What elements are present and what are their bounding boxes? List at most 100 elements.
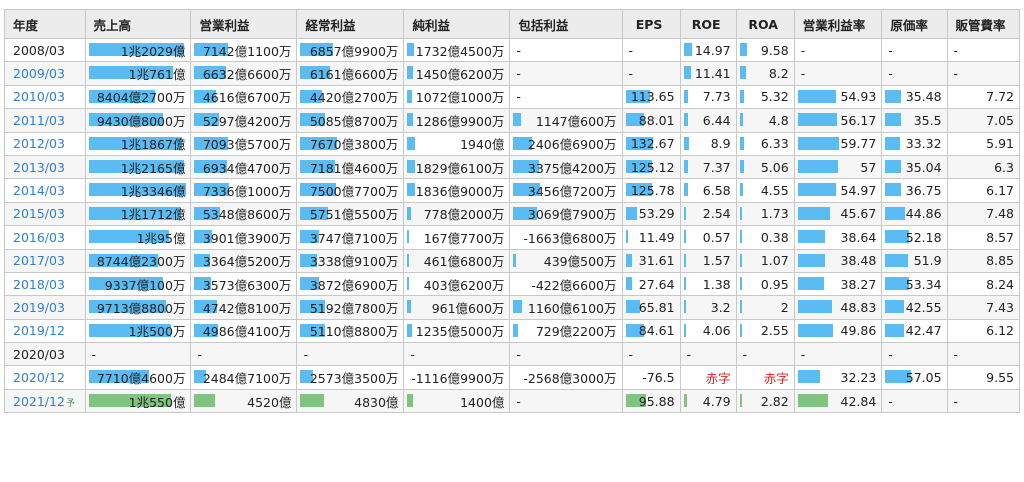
cell-value: 4986億4100万	[202, 324, 292, 340]
year-label[interactable]: 2013/03	[13, 160, 65, 175]
cost-ratio-cell: 57.05	[881, 365, 948, 390]
value-bar	[407, 206, 412, 220]
year-cell[interactable]: 2016/03	[4, 225, 86, 250]
operating-margin-cell: -	[793, 37, 883, 63]
year-cell[interactable]: 2009/03	[4, 61, 86, 86]
cell-value: 3069億7900万	[527, 207, 617, 223]
cost-ratio-cell: 42.47	[881, 318, 948, 344]
year-cell[interactable]: 2019/12	[4, 318, 86, 344]
cell-value: 4830億	[354, 394, 399, 410]
value-bar	[885, 183, 902, 197]
cell-value: 0.95	[760, 276, 789, 292]
cell-value: 赤字	[763, 371, 789, 387]
cell-value: 31.61	[638, 253, 675, 269]
ordinary-profit-cell: -	[296, 342, 405, 367]
cell-value: -	[516, 66, 521, 82]
year-label[interactable]: 2019/12	[13, 323, 65, 338]
ordinary-profit-cell: 6857億9900万	[296, 37, 405, 63]
year-cell[interactable]: 2010/03	[4, 84, 86, 110]
eps-cell: -76.5	[621, 365, 681, 390]
year-cell[interactable]: 2015/03	[4, 201, 86, 227]
year-label[interactable]: 2009/03	[13, 66, 65, 81]
year-label: 2020/03	[13, 346, 65, 362]
sales-cell: 1兆2029億	[84, 37, 192, 63]
year-cell[interactable]: 2021/12予	[4, 388, 86, 414]
net-profit-cell: 778億2000万	[403, 201, 511, 227]
year-cell[interactable]: 2013/03	[4, 154, 86, 180]
cell-value: 6.44	[702, 112, 731, 128]
operating-margin-cell: 56.17	[793, 108, 883, 133]
eps-cell: 113.65	[621, 84, 681, 110]
value-bar	[683, 159, 688, 173]
year-cell[interactable]: 2012/03	[4, 131, 86, 156]
table-row: 2012/03 1兆1867億 7093億5700万 7670億3800万 1940億 2…	[4, 131, 1021, 156]
cell-value: 45.67	[840, 206, 877, 222]
year-label[interactable]: 2010/03	[13, 89, 65, 104]
net-profit-cell: 1732億4500万	[403, 37, 511, 63]
value-bar	[885, 323, 905, 337]
year-label[interactable]: 2019/03	[13, 300, 65, 315]
sales-cell: 9337億100万	[84, 271, 192, 297]
cell-value: 38.64	[840, 229, 877, 245]
roe-cell: 3.2	[679, 295, 737, 320]
ordinary-profit-cell: 5085億8700万	[296, 108, 405, 133]
value-bar	[625, 230, 628, 244]
roa-cell: -	[735, 342, 795, 367]
cell-value: 6.58	[702, 183, 731, 199]
cell-value: 8.57	[986, 229, 1014, 245]
ordinary-profit-cell: 5751億5500万	[296, 201, 405, 227]
cell-value: 6934億4700万	[202, 160, 292, 176]
cell-value: 95.88	[638, 393, 675, 409]
eps-cell: 95.88	[621, 388, 681, 414]
year-label[interactable]: 2018/03	[13, 277, 65, 292]
cost-ratio-cell: -	[881, 342, 948, 367]
header-year: 年度	[4, 9, 86, 39]
eps-cell: 84.61	[621, 318, 681, 344]
year-cell[interactable]: 2018/03	[4, 271, 86, 297]
cell-value: 1235億5000万	[415, 324, 505, 340]
operating-margin-cell: 48.83	[793, 295, 883, 320]
cell-value: 1732億4500万	[415, 43, 505, 59]
value-bar	[797, 370, 820, 384]
year-cell[interactable]: 2019/03	[4, 295, 86, 320]
year-label[interactable]: 2011/03	[13, 113, 65, 128]
value-bar	[739, 113, 743, 127]
comprehensive-income-cell: 3456億7200万	[509, 178, 623, 203]
net-profit-cell: -	[403, 342, 511, 367]
net-profit-cell: 1235億5000万	[403, 318, 511, 344]
year-label[interactable]: 2021/12	[13, 394, 65, 409]
value-bar	[513, 113, 522, 127]
cell-value: 3.2	[710, 299, 731, 315]
roa-cell: 2.55	[735, 318, 795, 344]
cell-value: 4520億	[247, 394, 292, 410]
year-cell[interactable]: 2020/12	[4, 365, 86, 390]
year-cell[interactable]: 2014/03	[4, 178, 86, 203]
year-cell[interactable]: 2011/03	[4, 108, 86, 133]
year-label[interactable]: 2012/03	[13, 136, 65, 151]
operating-profit-cell: 5297億4200万	[190, 108, 298, 133]
roe-cell: 6.44	[679, 108, 737, 133]
year-label[interactable]: 2016/03	[13, 230, 65, 245]
year-cell[interactable]: 2017/03	[4, 248, 86, 273]
year-label[interactable]: 2017/03	[13, 253, 65, 268]
cell-value: 8404億2700万	[96, 90, 186, 106]
year-label[interactable]: 2015/03	[13, 206, 65, 221]
eps-cell: 132.67	[621, 131, 681, 156]
sga-ratio-cell: 8.85	[946, 248, 1021, 273]
table-row: 2008/03 1兆2029億 7142億1100万 6857億9900万 1732億4…	[4, 37, 1021, 63]
year-label[interactable]: 2020/12	[13, 370, 65, 385]
eps-cell: 53.29	[621, 201, 681, 227]
cell-value: -	[516, 89, 521, 105]
cell-value: 4.55	[760, 183, 789, 199]
cell-value: 7336億1000万	[202, 184, 292, 200]
comprehensive-income-cell: 1147億600万	[509, 108, 623, 133]
sales-cell: 1兆2165億	[84, 154, 192, 180]
cell-value: 6.17	[986, 183, 1014, 199]
ordinary-profit-cell: 5192億7800万	[296, 295, 405, 320]
cell-value: 35.5	[913, 112, 942, 128]
year-label[interactable]: 2014/03	[13, 183, 65, 198]
comprehensive-income-cell: 729億2200万	[509, 318, 623, 344]
ordinary-profit-cell: 7670億3800万	[296, 131, 405, 156]
value-bar	[739, 253, 742, 267]
value-bar	[797, 89, 836, 103]
